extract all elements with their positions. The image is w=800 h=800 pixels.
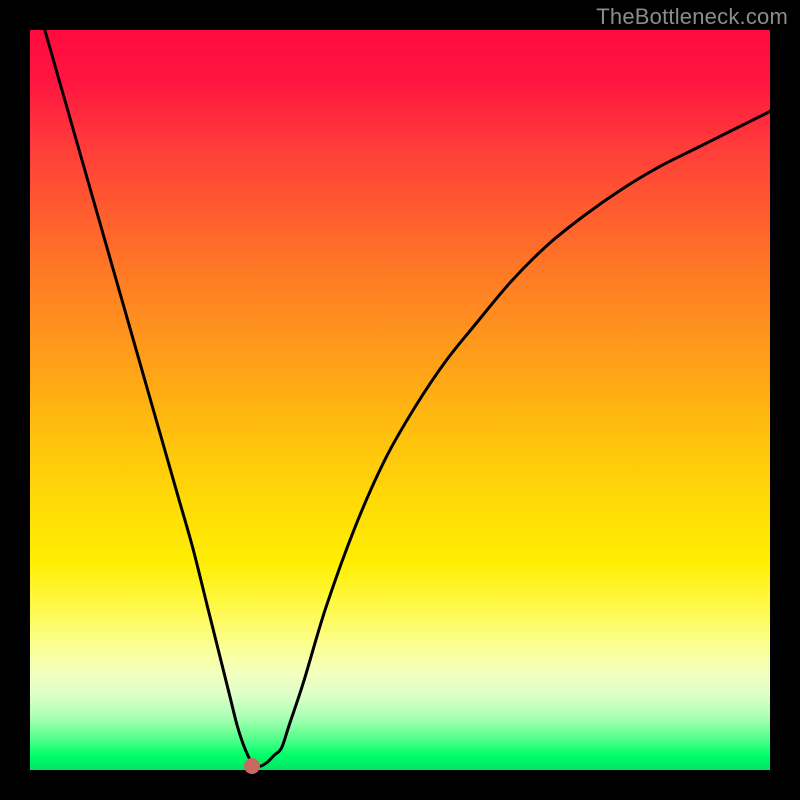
chart-frame: TheBottleneck.com	[0, 0, 800, 800]
curve-layer	[30, 30, 770, 770]
plot-area	[30, 30, 770, 770]
watermark-text: TheBottleneck.com	[596, 4, 788, 30]
bottleneck-curve	[30, 0, 770, 766]
optimum-marker	[244, 758, 260, 774]
